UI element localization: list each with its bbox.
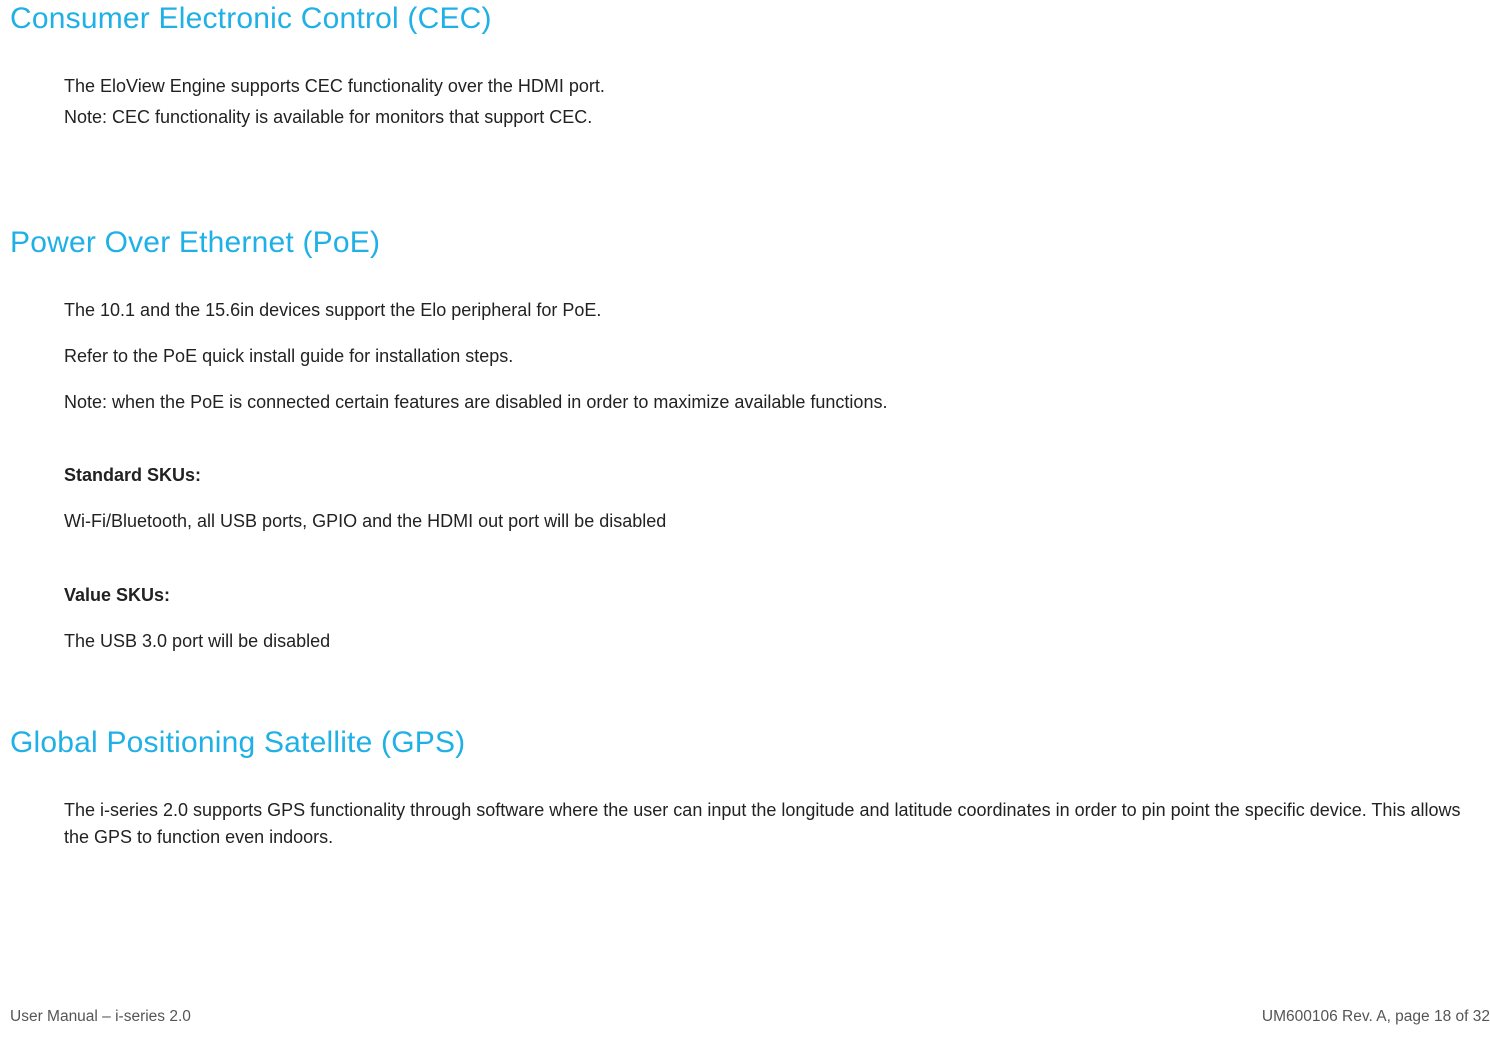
footer-left: User Manual – i-series 2.0 bbox=[10, 1005, 191, 1029]
text-cec-line-2: Note: CEC functionality is available for… bbox=[64, 104, 1490, 132]
body-poe: The 10.1 and the 15.6in devices support … bbox=[64, 297, 1490, 656]
heading-poe: Power Over Ethernet (PoE) bbox=[10, 220, 1490, 267]
footer-right: UM600106 Rev. A, page 18 of 32 bbox=[1262, 1005, 1490, 1029]
body-gps: The i-series 2.0 supports GPS functional… bbox=[64, 797, 1490, 853]
section-poe: Power Over Ethernet (PoE) The 10.1 and t… bbox=[10, 220, 1490, 656]
text-poe-line-2: Refer to the PoE quick install guide for… bbox=[64, 343, 1490, 371]
text-value-skus: The USB 3.0 port will be disabled bbox=[64, 628, 1490, 656]
text-standard-skus: Wi-Fi/Bluetooth, all USB ports, GPIO and… bbox=[64, 508, 1490, 536]
subheading-value-skus: Value SKUs: bbox=[64, 582, 1490, 610]
section-cec: Consumer Electronic Control (CEC) The El… bbox=[10, 0, 1490, 132]
text-poe-line-1: The 10.1 and the 15.6in devices support … bbox=[64, 297, 1490, 325]
subheading-standard-skus: Standard SKUs: bbox=[64, 462, 1490, 490]
document-page: Consumer Electronic Control (CEC) The El… bbox=[0, 0, 1490, 1041]
text-poe-line-3: Note: when the PoE is connected certain … bbox=[64, 389, 1490, 417]
page-footer: User Manual – i-series 2.0 UM600106 Rev.… bbox=[10, 1005, 1490, 1029]
text-cec-line-1: The EloView Engine supports CEC function… bbox=[64, 73, 1490, 101]
text-gps-line-1: The i-series 2.0 supports GPS functional… bbox=[64, 797, 1490, 853]
heading-gps: Global Positioning Satellite (GPS) bbox=[10, 720, 1490, 767]
heading-cec: Consumer Electronic Control (CEC) bbox=[10, 0, 1490, 43]
section-gps: Global Positioning Satellite (GPS) The i… bbox=[10, 720, 1490, 852]
body-cec: The EloView Engine supports CEC function… bbox=[64, 73, 1490, 133]
